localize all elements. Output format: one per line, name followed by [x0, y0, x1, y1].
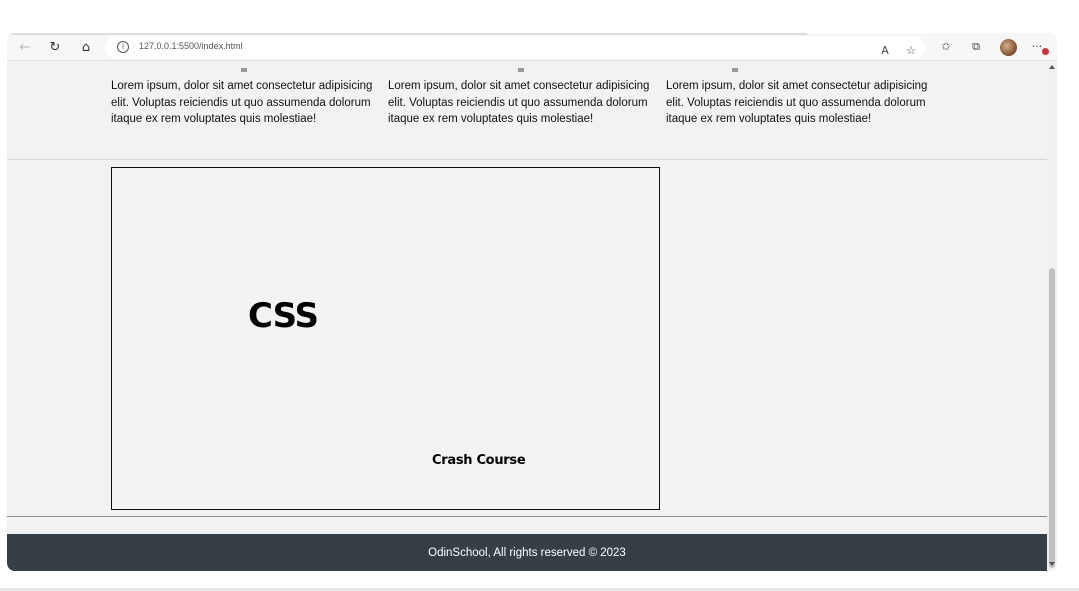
feature-heading-cut: [518, 68, 524, 72]
feature-text: Lorem ipsum, dolor sit amet consectetur …: [388, 80, 650, 125]
profile-avatar[interactable]: [1000, 39, 1017, 56]
favorites-icon[interactable]: ✩: [938, 39, 954, 55]
feature-heading-cut: [732, 68, 738, 72]
footer-copyright: OdinSchool, All rights reserved © 2023: [428, 546, 626, 559]
collections-icon[interactable]: ⧉: [968, 39, 984, 55]
url-text[interactable]: 127.0.0.1:5500/index.html: [139, 41, 243, 51]
hero-banner: CSS Crash Course: [111, 167, 660, 510]
footer-divider: [7, 516, 1047, 517]
feature-card: Lorem ipsum, dolor sit amet consectetur …: [111, 68, 373, 128]
home-icon[interactable]: ⌂: [78, 39, 94, 55]
feature-text: Lorem ipsum, dolor sit amet consectetur …: [111, 80, 373, 125]
feature-card: Lorem ipsum, dolor sit amet consectetur …: [666, 68, 928, 128]
scrollbar-thumb[interactable]: [1049, 268, 1055, 568]
site-footer: OdinSchool, All rights reserved © 2023: [7, 534, 1047, 571]
address-bar[interactable]: i 127.0.0.1:5500/index.html A ☆: [105, 37, 925, 58]
page-viewport: Lorem ipsum, dolor sit amet consectetur …: [7, 62, 1047, 571]
hero-subtitle: Crash Course: [432, 453, 526, 468]
browser-window: ← ↻ ⌂ i 127.0.0.1:5500/index.html A ☆ ✩ …: [7, 33, 1057, 571]
feature-card: Lorem ipsum, dolor sit amet consectetur …: [388, 68, 650, 128]
feature-text: Lorem ipsum, dolor sit amet consectetur …: [666, 80, 928, 125]
add-favorite-icon[interactable]: ☆: [903, 43, 919, 59]
scroll-up-arrow-icon[interactable]: [1049, 65, 1055, 69]
reload-icon[interactable]: ↻: [47, 39, 63, 55]
back-arrow-icon[interactable]: ←: [17, 39, 33, 55]
browser-toolbar: ← ↻ ⌂ i 127.0.0.1:5500/index.html A ☆ ✩ …: [7, 33, 1057, 61]
section-divider: [7, 159, 1047, 160]
scroll-down-arrow-icon[interactable]: [1049, 562, 1055, 566]
notification-badge: [1042, 48, 1049, 55]
read-aloud-icon[interactable]: A: [877, 43, 893, 59]
site-info-icon[interactable]: i: [117, 41, 129, 53]
vertical-scrollbar[interactable]: [1047, 62, 1057, 571]
hero-title: CSS: [248, 296, 319, 336]
feature-heading-cut: [241, 68, 247, 72]
tab-strip: [7, 33, 807, 35]
